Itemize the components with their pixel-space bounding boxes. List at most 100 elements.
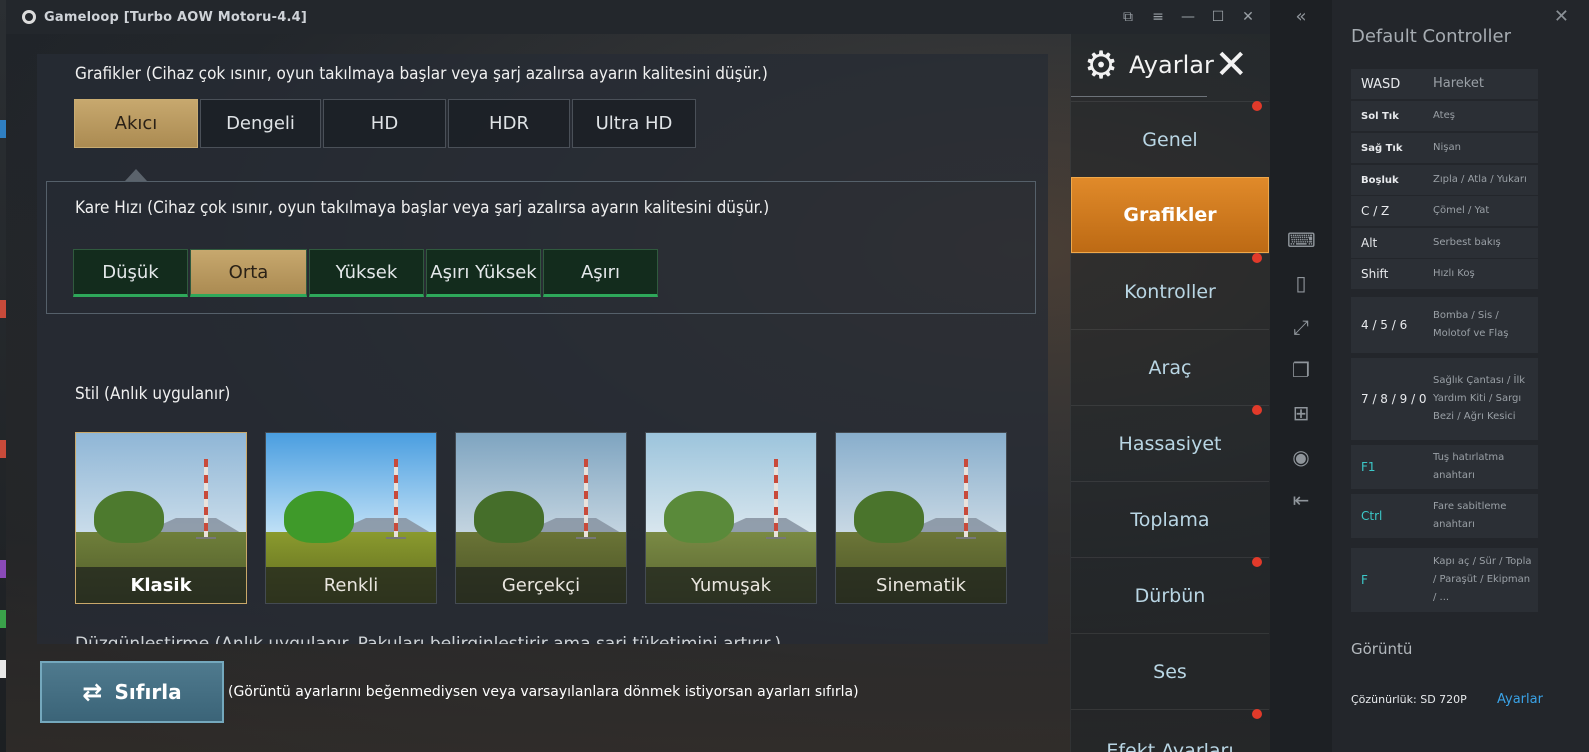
selection-pointer [125, 169, 147, 181]
key-row: Sağ Tık Nişan [1351, 133, 1538, 163]
fullscreen-icon[interactable]: ⤢ [1287, 313, 1315, 341]
menu-item-arac[interactable]: Araç [1071, 329, 1269, 405]
menu-item-hassasiyet[interactable]: Hassasiyet [1071, 405, 1269, 481]
settings-title: Ayarlar [1129, 51, 1214, 79]
menu-item-ses[interactable]: Ses [1071, 633, 1269, 709]
title-bar: Gameloop [Turbo AOW Motoru-4.4] ⧉ ≡ — ☐ … [6, 0, 1270, 34]
key-action: Bomba / Sis / Molotof ve Flaş [1433, 310, 1509, 339]
controller-panel: ✕ Default Controller WASD Hareket Sol Tı… [1332, 0, 1589, 752]
key-action: Hareket [1433, 76, 1484, 91]
maximize-icon[interactable]: ☐ [1210, 9, 1226, 25]
key-label: Ctrl [1361, 509, 1383, 523]
window-controls: ⧉ ≡ — ☐ ✕ [1120, 0, 1256, 34]
reset-label: Sıfırla [114, 680, 182, 704]
fps-option-dusuk[interactable]: Düşük [73, 249, 188, 297]
key-action: Nişan [1433, 142, 1461, 153]
graphics-option-hd[interactable]: HD [323, 99, 446, 148]
view-section-title: Görüntü [1351, 640, 1413, 658]
key-label: Shift [1361, 267, 1389, 281]
style-option-renkli[interactable]: Renkli [265, 432, 437, 604]
multi-window-icon[interactable]: ❐ [1287, 356, 1315, 384]
menu-item-kontroller[interactable]: Kontroller [1071, 253, 1269, 329]
menu-item-efekt-label: Efekt Ayarları [1106, 740, 1234, 752]
notification-dot [1252, 557, 1262, 567]
style-label: Sinematik [836, 567, 1006, 603]
key-label: F1 [1361, 460, 1376, 474]
style-option-klasik[interactable]: Klasik [75, 432, 247, 604]
notification-dot [1252, 101, 1262, 111]
key-label: WASD [1361, 76, 1401, 92]
reset-icon: ⇄ [82, 678, 103, 706]
menu-icon[interactable]: ≡ [1150, 9, 1166, 25]
style-option-sinematik[interactable]: Sinematik [835, 432, 1007, 604]
key-label: 7 / 8 / 9 / 0 [1361, 392, 1427, 406]
notification-dot [1252, 405, 1262, 415]
style-label: Gerçekçi [456, 567, 626, 603]
key-row: WASD Hareket [1351, 69, 1538, 99]
side-toolbar: « ⌨ ▯ ⤢ ❐ ⊞ ◉ ⇤ [1270, 0, 1332, 752]
key-action: Serbest bakış [1433, 237, 1501, 248]
style-option-gercekci[interactable]: Gerçekçi [455, 432, 627, 604]
graphics-option-hdr[interactable]: HDR [448, 99, 570, 148]
fps-option-asiri[interactable]: Aşırı [543, 249, 658, 297]
key-row: F1 Tuş hatırlatma anahtarı [1351, 445, 1538, 489]
menu-item-grafikler[interactable]: Grafikler [1071, 177, 1269, 253]
antialiasing-heading: Düzgünleştirme (Anlık uygulanır. Pakular… [75, 634, 782, 644]
key-action: Hızlı Koş [1433, 268, 1475, 279]
key-action: Tuş hatırlatma anahtarı [1433, 452, 1505, 481]
close-panel-icon[interactable]: ✕ [1554, 6, 1569, 27]
fps-option-asiri-yuksek[interactable]: Aşırı Yüksek [426, 249, 541, 297]
key-row: F Kapı aç / Sür / Topla / Paraşüt / Ekip… [1351, 548, 1538, 612]
resolution-label: Çözünürlük: SD 720P [1351, 693, 1467, 706]
shake-icon[interactable]: ▯ [1287, 269, 1315, 297]
gameloop-logo-icon [22, 10, 36, 24]
style-heading: Stil (Anlık uygulanır) [75, 384, 231, 404]
menu-item-durbun[interactable]: Dürbün [1071, 557, 1269, 633]
key-row: 7 / 8 / 9 / 0 Sağlık Çantası / İlk Yardı… [1351, 358, 1538, 440]
graphics-option-dengeli[interactable]: Dengeli [200, 99, 321, 148]
graphics-option-akici[interactable]: Akıcı [74, 99, 198, 148]
record-icon[interactable]: ◉ [1287, 443, 1315, 471]
key-action: Sağlık Çantası / İlk Yardım Kiti / Sargı… [1433, 375, 1526, 422]
graphics-heading: Grafikler (Cihaz çok ısınır, oyun takılm… [75, 64, 768, 84]
controller-title: Default Controller [1351, 26, 1512, 47]
fps-option-orta[interactable]: Orta [190, 249, 307, 297]
resolution-settings-link[interactable]: Ayarlar [1497, 692, 1543, 707]
style-selector: Klasik Renkli Gerçekçi Yumuşak Sinematik [75, 432, 1025, 604]
key-row: C / Z Çömel / Yat [1351, 196, 1538, 226]
key-row: Shift Hızlı Koş [1351, 259, 1538, 289]
key-label: Sağ Tık [1361, 142, 1403, 154]
screenshot-add-icon[interactable]: ⊞ [1287, 399, 1315, 427]
window-title: Gameloop [Turbo AOW Motoru-4.4] [44, 9, 307, 25]
style-option-yumusak[interactable]: Yumuşak [645, 432, 817, 604]
menu-item-efekt[interactable]: Efekt Ayarları [1071, 709, 1269, 752]
key-label: Sol Tık [1361, 110, 1399, 122]
fps-option-yuksek[interactable]: Yüksek [309, 249, 424, 297]
graphics-option-ultra-hd[interactable]: Ultra HD [572, 99, 696, 148]
header-divider [1071, 96, 1207, 97]
popout-icon[interactable]: ⧉ [1120, 9, 1136, 25]
key-row: Boşluk Zıpla / Atla / Yukarı [1351, 165, 1538, 195]
settings-menu: ⚙ Ayarlar ✕ Genel Grafikler Kontroller A… [1070, 34, 1270, 752]
key-row: Alt Serbest bakış [1351, 228, 1538, 258]
close-icon[interactable]: ✕ [1240, 9, 1256, 25]
reset-button[interactable]: ⇄ Sıfırla [40, 661, 224, 723]
framerate-selector: Düşük Orta Yüksek Aşırı Yüksek Aşırı [73, 249, 660, 297]
key-label: C / Z [1361, 204, 1390, 218]
minimize-icon[interactable]: — [1180, 9, 1196, 25]
key-action: Ateş [1433, 110, 1455, 121]
key-label: 4 / 5 / 6 [1361, 318, 1408, 332]
key-label: F [1361, 573, 1368, 587]
key-label: Boşluk [1361, 174, 1399, 186]
collapse-icon[interactable]: « [1287, 3, 1315, 31]
menu-item-toplama[interactable]: Toplama [1071, 481, 1269, 557]
reset-note: (Görüntü ayarlarını beğenmediysen veya v… [228, 684, 859, 700]
exit-icon[interactable]: ⇤ [1287, 486, 1315, 514]
menu-item-genel[interactable]: Genel [1071, 101, 1269, 177]
keyboard-icon[interactable]: ⌨ [1287, 226, 1316, 254]
style-label: Renkli [266, 567, 436, 603]
style-label: Yumuşak [646, 567, 816, 603]
close-settings-icon[interactable]: ✕ [1214, 42, 1248, 88]
key-action: Kapı aç / Sür / Topla / Paraşüt / Ekipma… [1433, 556, 1532, 603]
key-action: Çömel / Yat [1433, 205, 1490, 216]
